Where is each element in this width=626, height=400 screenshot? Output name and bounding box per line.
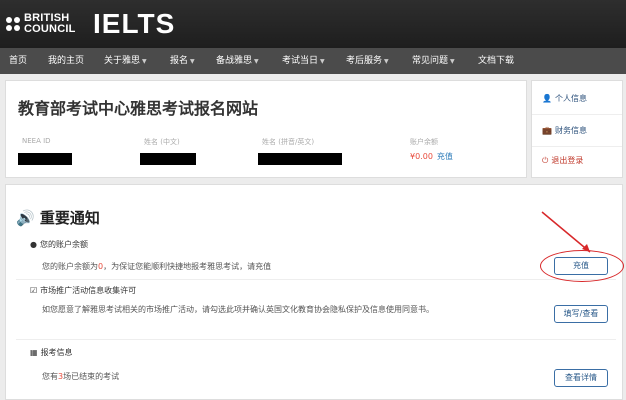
account-panel: 教育部考试中心雅思考试报名网站 NEEA ID 姓名 (中文) 姓名 (拼音/英… [5,80,527,178]
chevron-down-icon: ▼ [142,58,147,65]
notices-panel: 🔊 重要通知 ● 您的账户余额 您的账户余额为0，为保证您能顺利快捷地报考雅思考试… [5,184,623,400]
neea-id-label: NEEA ID [22,137,51,145]
power-icon: ⏻ [542,156,549,165]
balance-label: 账户余额 [410,138,438,146]
chevron-down-icon: ▼ [320,58,325,65]
fill-view-button[interactable]: 填写/查看 [554,305,608,323]
chevron-down-icon: ▼ [450,58,455,65]
british-council-wordmark: BRITISH COUNCIL [24,12,76,35]
page-title: 教育部考试中心雅思考试报名网站 [18,99,259,118]
nav-item-post-test[interactable]: 考后服务 ▼ [346,48,389,74]
name-cn-value [140,153,196,165]
balance-section-text: 您的账户余额为0，为保证您能顺利快捷地报考雅思考试，请充值 [42,262,272,271]
nav-item-downloads[interactable]: 文档下载 [478,48,514,74]
nav-item-test-day[interactable]: 考试当日 ▼ [282,48,325,74]
marketing-section-title: ☑ 市场推广活动信息收集许可 [30,286,137,295]
nav-item-home[interactable]: 首页 [9,48,27,74]
name-cn-label: 姓名 (中文) [144,138,180,146]
exam-section-text: 您有3场已结束的考试 [42,372,120,381]
nav-item-my-home[interactable]: 我的主页 [48,48,84,74]
site-header: BRITISH COUNCIL IELTS [0,0,626,48]
chevron-down-icon: ▼ [384,58,389,65]
main-nav: 首页 我的主页 关于雅思 ▼ 报名 ▼ 备战雅思 ▼ 考试当日 ▼ 考后服务 ▼ 常见问题… [0,48,626,74]
notices-heading: 🔊 重要通知 [16,209,100,227]
name-pinyin-value [258,153,342,165]
name-pinyin-label: 姓名 (拼音/英文) [262,138,315,146]
side-item-profile[interactable]: 👤 个人信息 [532,83,622,115]
calendar-icon: ▦ [30,348,38,357]
exam-section-title: ▦ 报考信息 [30,348,73,357]
side-item-logout[interactable]: ⏻ 退出登录 [532,145,622,177]
side-item-finance[interactable]: 💼 财务信息 [532,115,622,147]
user-icon: 👤 [542,94,552,103]
divider [16,339,616,340]
ielts-logo[interactable]: IELTS [93,7,175,41]
marketing-section-text: 如您愿意了解雅思考试相关的市场推广活动，请勾选此项并确认英国文化教育协会隐私保护… [42,305,434,314]
chevron-down-icon: ▼ [190,58,195,65]
recharge-link[interactable]: 充值 [437,152,453,161]
nav-item-register[interactable]: 报名 ▼ [170,48,195,74]
checkbox-icon: ☑ [30,286,38,295]
view-details-button[interactable]: 查看详情 [554,369,608,387]
side-menu: 👤 个人信息 💼 财务信息 ⏻ 退出登录 [531,80,623,178]
chevron-down-icon: ▼ [254,58,259,65]
balance-section-title: ● 您的账户余额 [30,240,88,249]
british-council-logo[interactable]: BRITISH COUNCIL [6,10,76,38]
nav-item-prepare[interactable]: 备战雅思 ▼ [216,48,259,74]
briefcase-icon: 💼 [542,126,552,135]
balance-value: ¥0.00 充值 [410,152,453,161]
speaker-icon: 🔊 [16,209,35,227]
nav-item-faq[interactable]: 常见问题 ▼ [412,48,455,74]
british-council-dots-icon [6,17,20,31]
circle-icon: ● [30,240,37,249]
neea-id-value [18,153,72,165]
annotation-circle [540,250,624,282]
divider [16,279,616,280]
nav-item-about-ielts[interactable]: 关于雅思 ▼ [104,48,147,74]
